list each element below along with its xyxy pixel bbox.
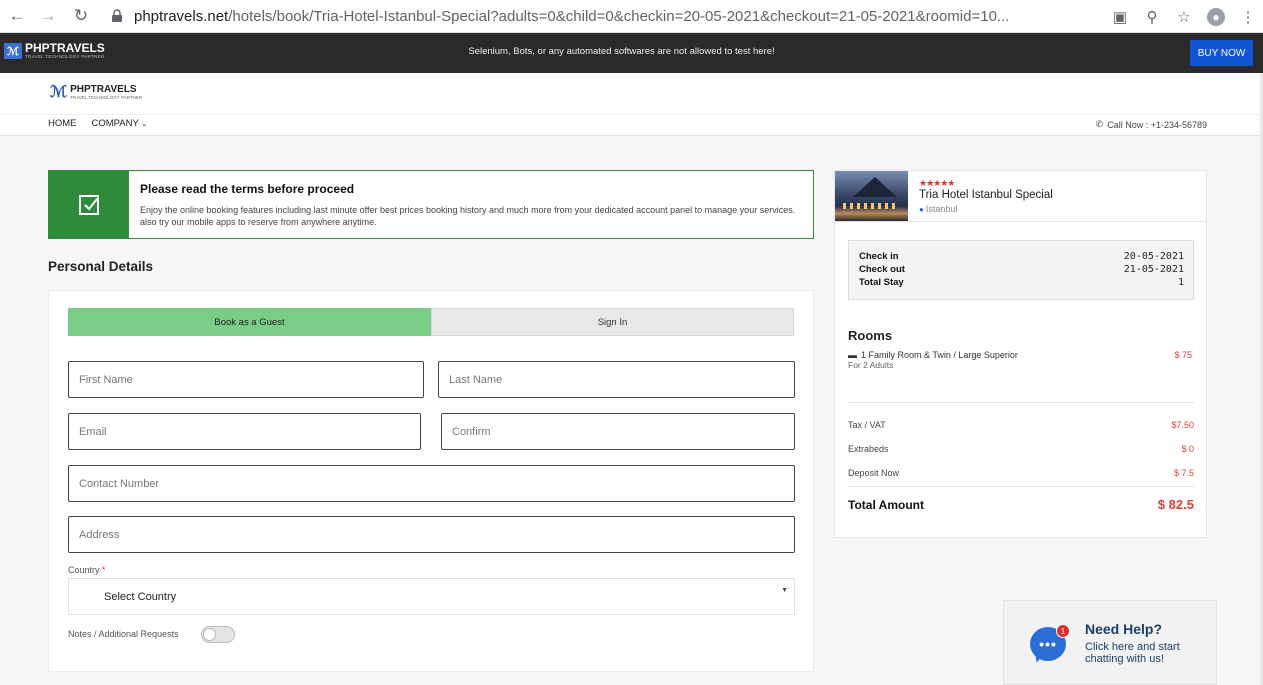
checkin-value: 20-05-2021 bbox=[1123, 251, 1184, 262]
chevron-down-icon: ⌄ bbox=[141, 121, 148, 128]
terms-notice: Please read the terms before proceed Enj… bbox=[48, 170, 814, 239]
back-icon[interactable]: ← bbox=[6, 5, 28, 27]
total-stay-value: 1 bbox=[1177, 277, 1184, 288]
tab-book-as-guest[interactable]: Book as a Guest bbox=[68, 308, 431, 336]
map-pin-icon: ● bbox=[919, 204, 924, 214]
menu-company-label: COMPANY bbox=[91, 118, 139, 129]
deposit-row: Deposit Now $ 7.5 bbox=[848, 468, 1194, 478]
total-row: Total Amount $ 82.5 bbox=[848, 497, 1194, 512]
contact-number-field[interactable]: Contact Number bbox=[68, 465, 795, 502]
main-menu: HOME COMPANY ⌄ bbox=[48, 118, 147, 129]
zoom-icon[interactable]: ⚲ bbox=[1143, 8, 1161, 26]
url-path: /hotels/book/Tria-Hotel-Istanbul-Special… bbox=[228, 7, 1010, 25]
checkbox-icon bbox=[79, 194, 99, 215]
help-chat-widget[interactable]: ••• 1 Need Help? Click here and start ch… bbox=[1003, 600, 1217, 685]
reload-icon[interactable]: ↻ bbox=[70, 5, 92, 27]
tax-row: Tax / VAT $7.50 bbox=[848, 420, 1194, 430]
phone-icon: ✆ bbox=[1095, 119, 1104, 129]
checkout-row: Check out 21-05-2021 bbox=[859, 264, 1184, 275]
personal-details-form: Book as a Guest Sign In First Name Last … bbox=[48, 290, 814, 672]
profile-icon[interactable]: ● bbox=[1207, 7, 1225, 26]
tax-label: Tax / VAT bbox=[848, 420, 886, 430]
summary-divider bbox=[848, 402, 1194, 403]
confirm-email-field[interactable]: Confirm bbox=[441, 413, 795, 450]
email-field[interactable]: Email bbox=[68, 413, 421, 450]
caret-down-icon: ▼ bbox=[781, 587, 788, 594]
first-name-field[interactable]: First Name bbox=[68, 361, 424, 398]
deposit-label: Deposit Now bbox=[848, 468, 900, 478]
header-logo-text: PHPTRAVELS bbox=[70, 83, 137, 95]
extrabeds-value: $ 0 bbox=[1181, 444, 1194, 454]
lock-icon bbox=[112, 9, 122, 22]
tab-sign-in[interactable]: Sign In bbox=[431, 308, 794, 336]
country-select-value: Select Country bbox=[104, 590, 177, 603]
notes-label: Notes / Additional Requests bbox=[68, 629, 179, 639]
browser-toolbar: ← → ↻ phptravels.net/hotels/book/Tria-Ho… bbox=[0, 0, 1263, 33]
terms-title: Please read the terms before proceed bbox=[140, 182, 355, 196]
booking-summary: Check in 20-05-2021 Check out 21-05-2021… bbox=[834, 222, 1207, 538]
room-name: 1 Family Room & Twin / Large Superior bbox=[861, 350, 1018, 360]
site-header: ℳ PHPTRAVELS TRAVEL TECHNOLOGY PARTNER H… bbox=[0, 73, 1263, 136]
country-select[interactable]: Select Country ▼ bbox=[68, 578, 795, 615]
room-occupancy: For 2 Adults bbox=[848, 360, 894, 370]
hotel-summary-header: ★★★★★ Tria Hotel Istanbul Special ● Ista… bbox=[834, 170, 1207, 222]
hotel-image-mountain bbox=[853, 177, 897, 197]
hotel-star-rating: ★★★★★ bbox=[919, 178, 955, 188]
tax-value: $7.50 bbox=[1171, 420, 1194, 430]
bed-icon: ▬ bbox=[848, 350, 857, 360]
help-text: Click here and start chatting with us! bbox=[1085, 641, 1180, 665]
total-label: Total Amount bbox=[848, 497, 924, 512]
rooms-title: Rooms bbox=[848, 328, 893, 343]
country-label-text: Country bbox=[68, 565, 100, 575]
terms-check-block bbox=[49, 171, 129, 238]
total-stay-label: Total Stay bbox=[859, 277, 904, 288]
menu-company[interactable]: COMPANY ⌄ bbox=[92, 118, 148, 129]
checkin-row: Check in 20-05-2021 bbox=[859, 251, 1184, 262]
room-price: $ 75 bbox=[1174, 350, 1192, 360]
hotel-location: ● Istanbul bbox=[919, 204, 957, 214]
logo-mark-icon: ℳ bbox=[50, 84, 68, 101]
deposit-value: $ 7.5 bbox=[1173, 468, 1194, 478]
url-host: phptravels.net bbox=[134, 7, 229, 25]
hotel-image-lights bbox=[843, 203, 899, 209]
stay-dates-box: Check in 20-05-2021 Check out 21-05-2021… bbox=[848, 240, 1194, 300]
bookmark-star-icon[interactable]: ☆ bbox=[1175, 8, 1193, 26]
required-marker: * bbox=[102, 565, 106, 575]
menu-home[interactable]: HOME bbox=[48, 118, 77, 129]
country-label: Country * bbox=[68, 565, 106, 575]
address-bar[interactable]: phptravels.net/hotels/book/Tria-Hotel-Is… bbox=[110, 3, 1110, 29]
top-announcement-bar: ℳ PHPTRAVELS TRAVEL TECHNOLOGY PARTNER S… bbox=[0, 33, 1263, 73]
personal-details-title: Personal Details bbox=[48, 259, 154, 274]
hotel-location-text: Istanbul bbox=[925, 204, 958, 214]
terms-text: Enjoy the online booking features includ… bbox=[140, 205, 796, 227]
total-stay-row: Total Stay 1 bbox=[859, 277, 1184, 288]
extrabeds-row: Extrabeds $ 0 bbox=[848, 444, 1194, 454]
last-name-field[interactable]: Last Name bbox=[438, 361, 795, 398]
summary-divider bbox=[848, 486, 1194, 487]
header-logo-tagline: TRAVEL TECHNOLOGY PARTNER bbox=[70, 94, 143, 100]
notes-toggle[interactable] bbox=[201, 626, 235, 643]
menu-kebab-icon[interactable]: ⋮ bbox=[1239, 8, 1257, 26]
header-logo[interactable]: ℳ PHPTRAVELS TRAVEL TECHNOLOGY PARTNER bbox=[50, 82, 142, 102]
room-line: ▬ 1 Family Room & Twin / Large Superior bbox=[848, 350, 1018, 360]
checkout-value: 21-05-2021 bbox=[1123, 264, 1184, 275]
automation-warning: Selenium, Bots, or any automated softwar… bbox=[468, 46, 775, 57]
help-title: Need Help? bbox=[1085, 621, 1163, 637]
extrabeds-label: Extrabeds bbox=[848, 444, 889, 454]
toggle-knob bbox=[203, 628, 216, 641]
translate-icon[interactable]: ▣ bbox=[1111, 8, 1129, 26]
hotel-name: Tria Hotel Istanbul Special bbox=[919, 189, 1053, 201]
notification-badge: 1 bbox=[1056, 624, 1070, 638]
header-divider bbox=[0, 114, 1263, 115]
checkout-label: Check out bbox=[859, 264, 905, 275]
checkin-label: Check in bbox=[859, 251, 899, 262]
forward-icon[interactable]: → bbox=[37, 5, 59, 27]
address-field[interactable]: Address bbox=[68, 516, 795, 553]
hotel-image bbox=[835, 171, 908, 221]
buy-now-button[interactable]: BUY NOW bbox=[1190, 40, 1253, 66]
call-now-text: Call Now : +1-234-56789 bbox=[1107, 119, 1207, 130]
total-value: $ 82.5 bbox=[1157, 497, 1194, 512]
call-now[interactable]: ✆ Call Now : +1-234-56789 bbox=[1096, 119, 1207, 130]
